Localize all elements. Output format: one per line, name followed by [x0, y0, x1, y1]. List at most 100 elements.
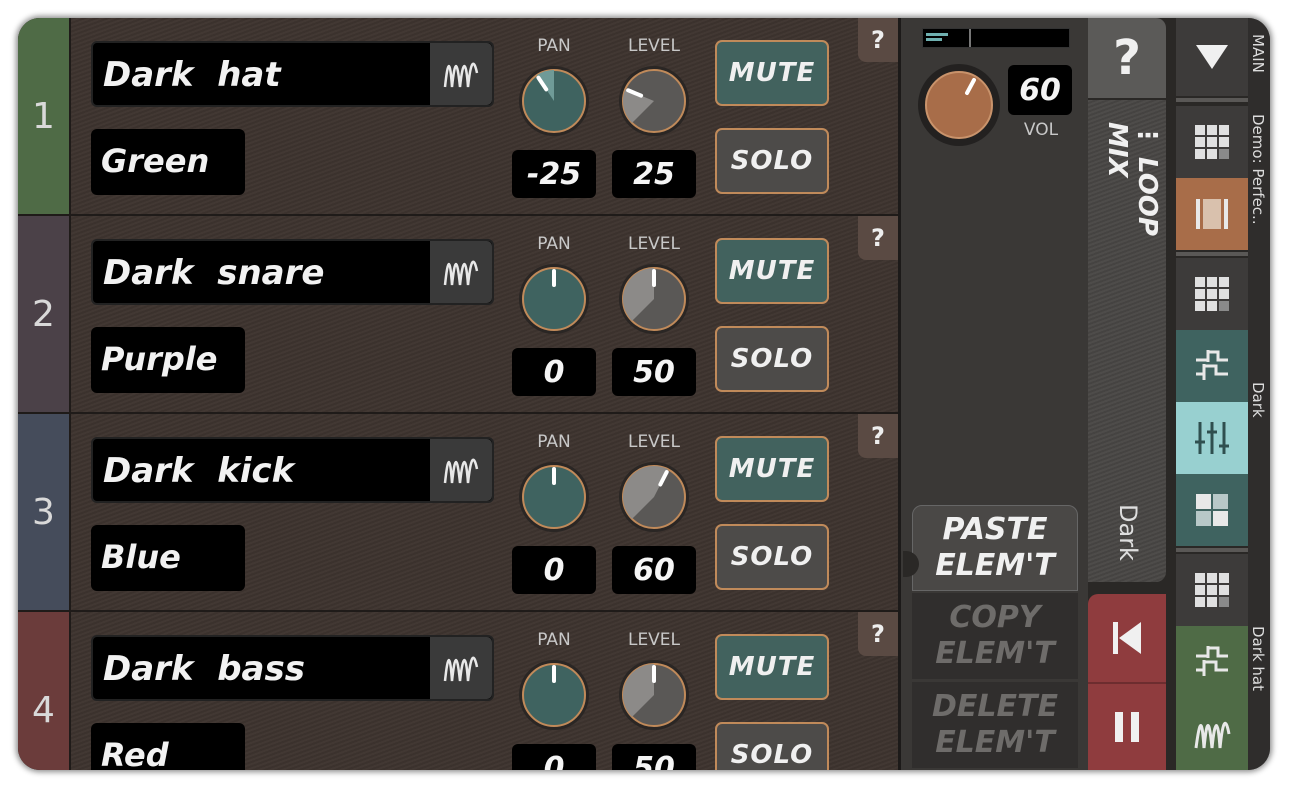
pan-value: -25	[512, 150, 596, 198]
copy-element-button[interactable]: COPY ELEM'T	[912, 593, 1078, 679]
level-knob[interactable]	[618, 65, 690, 137]
mute-button[interactable]: MUTE	[715, 634, 829, 700]
pause-button[interactable]	[1088, 682, 1166, 770]
track-color-field[interactable]: Purple	[91, 327, 245, 393]
track-color-field[interactable]: Red	[91, 723, 245, 770]
main-tab[interactable]: MAIN	[1249, 34, 1267, 73]
sound-sequencer-button[interactable]	[1176, 626, 1248, 698]
grid-icon	[1195, 277, 1229, 311]
track-name: Dark hat	[103, 55, 281, 95]
track-list: 1 Dark hat Green PAN LEVEL -25 25 MUTE S…	[18, 18, 898, 770]
level-value: 50	[612, 348, 696, 396]
waveform-button[interactable]	[430, 43, 492, 105]
solo-button[interactable]: SOLO	[715, 128, 829, 194]
level-knob[interactable]	[618, 659, 690, 731]
level-label: LEVEL	[627, 36, 681, 56]
song-loop-button[interactable]	[1176, 178, 1248, 250]
pad-icon	[1196, 494, 1228, 526]
loop-mix-tab[interactable]: ⋮ LOOP MIX Dark	[1088, 100, 1166, 582]
paste-element-label: PASTE ELEM'T	[935, 512, 1055, 583]
mute-button[interactable]: MUTE	[715, 238, 829, 304]
waveform-button[interactable]	[430, 241, 492, 303]
track-color-name: Blue	[101, 538, 181, 576]
kit-tab[interactable]: Dark	[1249, 382, 1267, 418]
track-name-field[interactable]: Dark hat	[91, 41, 494, 107]
master-panel: 60 VOL PASTE ELEM'T COPY ELEM'T DELETE E…	[898, 18, 1088, 770]
track-number[interactable]: 1	[18, 18, 71, 214]
sound-grid-button[interactable]	[1176, 554, 1248, 626]
waveform-button[interactable]	[430, 637, 492, 699]
navigation-column	[1176, 18, 1248, 770]
track-help-button[interactable]: ?	[858, 216, 898, 260]
track-help-button[interactable]: ?	[858, 612, 898, 656]
track-row: 2 Dark snare Purple PAN LEVEL 0 50 MUTE …	[18, 216, 898, 414]
level-label: LEVEL	[627, 432, 681, 452]
delete-element-label: DELETE ELEM'T	[932, 689, 1058, 760]
pan-knob[interactable]	[518, 263, 590, 335]
solo-button[interactable]: SOLO	[715, 326, 829, 392]
wave-icon	[443, 656, 479, 682]
track-color-field[interactable]: Blue	[91, 525, 245, 591]
track-name: Dark snare	[103, 253, 325, 293]
mute-button[interactable]: MUTE	[715, 436, 829, 502]
level-label: LEVEL	[627, 234, 681, 254]
volume-label: VOL	[1023, 120, 1059, 140]
grid-icon	[1195, 573, 1229, 607]
track-number[interactable]: 4	[18, 612, 71, 770]
level-value: 60	[612, 546, 696, 594]
track-color-name: Red	[101, 736, 169, 770]
triangle-down-icon	[1196, 45, 1228, 69]
track-help-button[interactable]: ?	[858, 414, 898, 458]
track-row: 4 Dark bass Red PAN LEVEL 0 50 MUTE SOLO…	[18, 612, 898, 770]
waveform-button[interactable]	[430, 439, 492, 501]
solo-button[interactable]: SOLO	[715, 524, 829, 590]
level-meter	[922, 28, 1070, 48]
solo-button[interactable]: SOLO	[715, 722, 829, 770]
rewind-button[interactable]	[1088, 594, 1166, 682]
paste-element-button[interactable]: PASTE ELEM'T	[912, 505, 1078, 591]
pan-label: PAN	[537, 36, 571, 56]
mixer-icon	[1195, 422, 1229, 454]
track-name-field[interactable]: Dark kick	[91, 437, 494, 503]
track-number[interactable]: 2	[18, 216, 71, 412]
loop-column: ? ⋮ LOOP MIX Dark	[1088, 18, 1168, 770]
kit-mixer-button[interactable]	[1176, 402, 1248, 474]
mute-button[interactable]: MUTE	[715, 40, 829, 106]
song-tab[interactable]: Demo: Perfec..	[1249, 114, 1267, 225]
track-row: 1 Dark hat Green PAN LEVEL -25 25 MUTE S…	[18, 18, 898, 216]
pan-label: PAN	[537, 630, 571, 650]
pan-knob[interactable]	[518, 659, 590, 731]
volume-knob[interactable]	[917, 63, 1001, 147]
track-name: Dark kick	[103, 451, 295, 491]
pause-icon	[1115, 712, 1139, 742]
sequencer-icon	[1196, 646, 1228, 676]
track-name-field[interactable]: Dark bass	[91, 635, 494, 701]
menu-dropdown-button[interactable]	[1176, 18, 1248, 96]
pan-value: 0	[512, 744, 596, 770]
song-grid-button[interactable]	[1176, 106, 1248, 178]
sequencer-icon	[1196, 350, 1228, 380]
grid-icon	[1195, 125, 1229, 159]
level-value: 50	[612, 744, 696, 770]
delete-element-button[interactable]: DELETE ELEM'T	[912, 682, 1078, 768]
level-label: LEVEL	[627, 630, 681, 650]
kit-pad-button[interactable]	[1176, 474, 1248, 546]
pan-knob[interactable]	[518, 65, 590, 137]
track-name-field[interactable]: Dark snare	[91, 239, 494, 305]
track-help-button[interactable]: ?	[858, 18, 898, 62]
track-number[interactable]: 3	[18, 414, 71, 610]
wave-icon	[443, 62, 479, 88]
sound-tab[interactable]: Dark hat	[1249, 626, 1267, 691]
loop-help-button[interactable]: ?	[1088, 18, 1166, 98]
kit-sequencer-button[interactable]	[1176, 330, 1248, 402]
sound-wave-button[interactable]	[1176, 698, 1248, 770]
copy-element-label: COPY ELEM'T	[935, 600, 1055, 671]
wave-icon	[1194, 721, 1231, 749]
pan-knob[interactable]	[518, 461, 590, 533]
level-knob[interactable]	[618, 461, 690, 533]
track-color-field[interactable]: Green	[91, 129, 245, 195]
track-color-name: Purple	[101, 340, 218, 378]
kit-grid-button[interactable]	[1176, 258, 1248, 330]
loop-mix-kit-name: Dark	[1114, 504, 1142, 561]
level-knob[interactable]	[618, 263, 690, 335]
